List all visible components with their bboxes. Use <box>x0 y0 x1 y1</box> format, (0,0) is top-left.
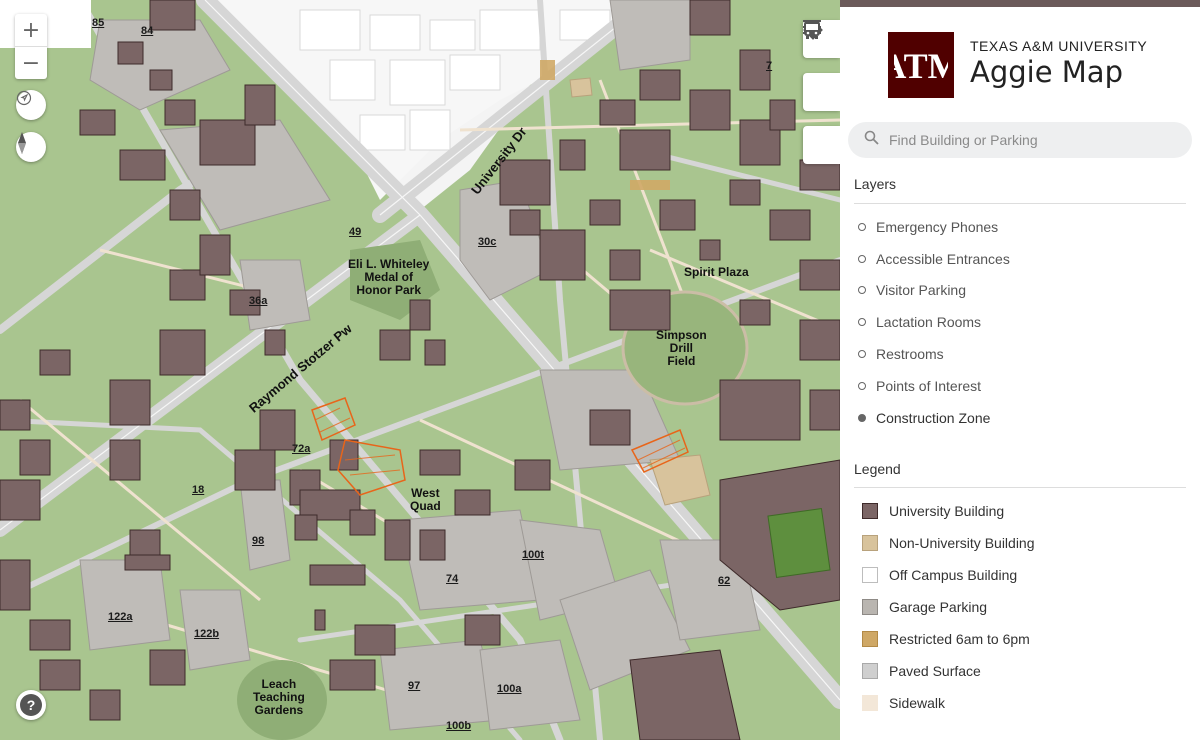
legend-label: Paved Surface <box>889 663 981 679</box>
place-label-simpson-drill-field: Simpson Drill Field <box>656 328 707 368</box>
legend-heading: Legend <box>854 461 901 477</box>
layers-divider <box>854 203 1186 204</box>
place-label-spirit-plaza: Spirit Plaza <box>684 265 749 279</box>
layer-toggle-icon <box>858 286 866 294</box>
building-label-85[interactable]: 85 <box>92 17 104 29</box>
layer-toggle-icon <box>858 318 866 326</box>
legend-swatch <box>862 567 878 583</box>
legend-swatch <box>862 663 878 679</box>
building-label-97[interactable]: 97 <box>408 680 420 692</box>
layer-label: Points of Interest <box>876 378 982 394</box>
building-label-36a[interactable]: 36a <box>249 295 267 307</box>
place-label-leach-gardens: Leach Teaching Gardens <box>253 677 305 717</box>
layer-accessible-entrances[interactable]: Accessible Entrances <box>858 251 1010 267</box>
layer-emergency-phones[interactable]: Emergency Phones <box>858 219 998 235</box>
legend-swatch <box>862 695 878 711</box>
compass-button[interactable] <box>16 132 46 162</box>
brand-header: ATM TEXAS A&M UNIVERSITY Aggie Map <box>888 32 1147 98</box>
building-label-98[interactable]: 98 <box>252 535 264 547</box>
legend-item: University Building <box>862 503 1004 519</box>
directions-button[interactable] <box>803 20 840 111</box>
layer-label: Restrooms <box>876 346 944 362</box>
zoom-control: + − <box>15 14 47 79</box>
building-label-30c[interactable]: 30c <box>478 236 496 248</box>
search-icon <box>864 130 879 150</box>
legend-divider <box>854 487 1186 488</box>
layer-label: Lactation Rooms <box>876 314 982 330</box>
layer-restrooms[interactable]: Restrooms <box>858 346 944 362</box>
building-label-122b[interactable]: 122b <box>194 628 219 640</box>
zoom-out-button[interactable]: − <box>15 46 47 79</box>
zoom-in-button[interactable]: + <box>15 14 47 46</box>
layer-construction-zone[interactable]: Construction Zone <box>858 410 990 426</box>
side-panel: ATM TEXAS A&M UNIVERSITY Aggie Map Layer… <box>840 0 1200 740</box>
legend-item: Non-University Building <box>862 535 1035 551</box>
layer-label: Visitor Parking <box>876 282 967 298</box>
legend-swatch <box>862 503 878 519</box>
layer-label: Accessible Entrances <box>876 251 1010 267</box>
legend-item: Paved Surface <box>862 663 981 679</box>
building-label-84[interactable]: 84 <box>141 25 153 37</box>
app-title: Aggie Map <box>970 55 1123 89</box>
layer-toggle-icon <box>858 350 866 358</box>
place-label-west-quad: West Quad <box>410 486 441 513</box>
layer-lactation-rooms[interactable]: Lactation Rooms <box>858 314 981 330</box>
building-label-100b[interactable]: 100b <box>446 720 471 732</box>
layer-toggle-icon-active <box>858 414 866 422</box>
search-input[interactable] <box>887 131 1181 149</box>
place-label-whiteley-park: Eli L. Whiteley Medal of Honor Park <box>348 257 430 297</box>
bus-button[interactable] <box>803 21 840 164</box>
panel-top-bar <box>840 0 1200 7</box>
help-button[interactable]: ? <box>16 690 46 720</box>
legend-item: Sidewalk <box>862 695 945 711</box>
tamu-logo: ATM <box>888 32 954 98</box>
building-label-100t[interactable]: 100t <box>522 549 544 561</box>
building-label-74[interactable]: 74 <box>446 573 458 585</box>
locate-button[interactable] <box>16 90 46 120</box>
building-label-100a[interactable]: 100a <box>497 683 521 695</box>
layer-label: Construction Zone <box>876 410 991 426</box>
building-label-7[interactable]: 7 <box>766 60 772 72</box>
legend-item: Off Campus Building <box>862 567 1017 583</box>
legend-label: Off Campus Building <box>889 567 1018 583</box>
legend-swatch <box>862 535 878 551</box>
help-icon: ? <box>20 694 42 716</box>
university-name: TEXAS A&M UNIVERSITY <box>970 38 1148 54</box>
legend-swatch <box>862 599 878 615</box>
layer-points-of-interest[interactable]: Points of Interest <box>858 378 981 394</box>
map-canvas[interactable] <box>0 0 840 740</box>
legend-label: Non-University Building <box>889 535 1035 551</box>
layer-visitor-parking[interactable]: Visitor Parking <box>858 282 966 298</box>
legend-item: Restricted 6am to 6pm <box>862 631 1030 647</box>
svg-text:ATM: ATM <box>894 46 948 85</box>
legend-item: Garage Parking <box>862 599 987 615</box>
building-label-18[interactable]: 18 <box>192 484 204 496</box>
campus-map[interactable]: 85 84 7 49 30c 36a 72a 18 98 74 100t 62 … <box>0 0 840 740</box>
legend-label: Garage Parking <box>889 599 988 615</box>
legend-label: Sidewalk <box>889 695 946 711</box>
legend-label: University Building <box>889 503 1005 519</box>
layer-toggle-icon <box>858 223 866 231</box>
legend-label: Restricted 6am to 6pm <box>889 631 1030 647</box>
layer-toggle-icon <box>858 255 866 263</box>
building-label-72a[interactable]: 72a <box>292 443 310 455</box>
search-bar[interactable] <box>848 122 1192 158</box>
building-label-49[interactable]: 49 <box>349 226 361 238</box>
layer-toggle-icon <box>858 382 866 390</box>
building-label-62[interactable]: 62 <box>718 575 730 587</box>
layers-heading: Layers <box>854 176 897 192</box>
side-tool-buttons <box>803 20 840 179</box>
legend-swatch <box>862 631 878 647</box>
building-label-122a[interactable]: 122a <box>108 611 132 623</box>
layer-label: Emergency Phones <box>876 219 999 235</box>
